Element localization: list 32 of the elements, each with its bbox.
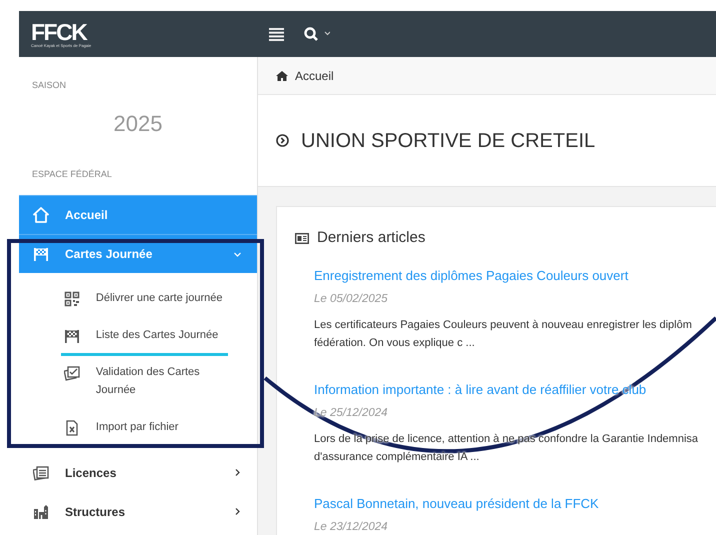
article-excerpt: Les certificateurs Pagaies Couleurs peuvent à nouveau enregistrer les diplôm fédération. On vous explique c ... [314, 318, 692, 350]
chevron-icon [234, 469, 241, 476]
newspaper-icon [295, 232, 309, 244]
submenu-item[interactable]: Import par fichier [19, 408, 257, 445]
card-stack-icon [33, 464, 49, 480]
qr-code-icon [64, 290, 80, 306]
sidebar-item[interactable]: Structures [19, 492, 257, 531]
chevron-icon [234, 508, 241, 515]
sidebar-item[interactable]: Licences [19, 453, 257, 492]
logo: FFCK [31, 20, 87, 44]
search-icon[interactable] [304, 27, 330, 41]
submenu-item[interactable]: Validation des Cartes Journée [19, 353, 257, 408]
buildings-icon [33, 504, 49, 520]
submenu-item[interactable]: Liste des Cartes Journée [19, 316, 257, 353]
article-date: Le 23/12/2024 [314, 520, 388, 534]
season-year: 2025 [112, 110, 164, 138]
menu-icon[interactable] [269, 28, 284, 40]
chevron-circle-icon [276, 134, 289, 147]
home-icon [276, 70, 288, 80]
page-title: UNION SPORTIVE DE CRETEIL [301, 128, 596, 152]
panel-title: Derniers articles [317, 228, 426, 248]
section-label: SAISON [31, 79, 68, 92]
breadcrumb-link[interactable]: Accueil [295, 66, 334, 84]
checkered-flag-icon [64, 328, 80, 344]
spreadsheet-file-icon [64, 420, 80, 436]
checkered-flag-icon [33, 246, 49, 262]
article-date: Le 05/02/2025 [314, 292, 388, 306]
submenu-item[interactable]: Délivrer une carte journée [19, 279, 257, 316]
section-label: ESPACE FÉDÉRAL [31, 168, 113, 180]
checked-cards-icon [64, 364, 80, 380]
chevron-icon [234, 250, 241, 258]
home-icon [33, 207, 49, 223]
